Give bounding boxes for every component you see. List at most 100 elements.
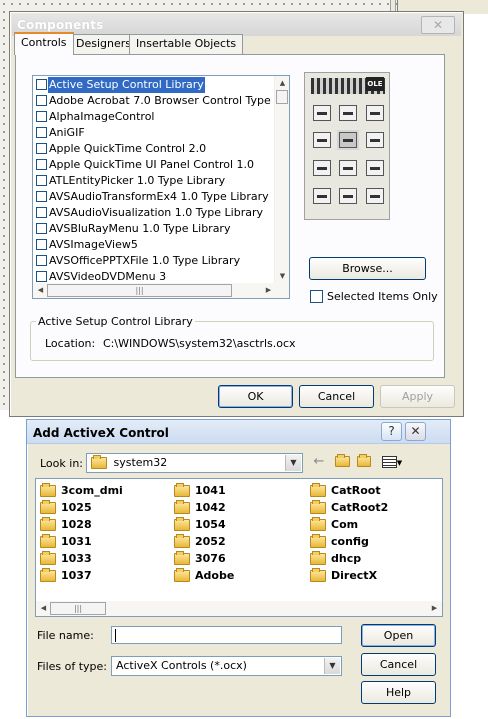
control-checkbox[interactable] — [36, 255, 47, 266]
folder-item[interactable]: 1037 — [40, 568, 92, 584]
cancel-button[interactable]: Cancel — [299, 385, 374, 408]
close-button[interactable]: ✕ — [421, 16, 455, 34]
close-title-button[interactable]: ✕ — [405, 422, 426, 441]
folder-item[interactable]: 1042 — [174, 500, 226, 516]
tab-insertable-objects[interactable]: Insertable Objects — [129, 34, 244, 54]
scroll-right-arrow-icon[interactable]: ▶ — [261, 283, 276, 297]
control-checkbox[interactable] — [36, 207, 47, 218]
control-checkbox[interactable] — [36, 79, 47, 90]
control-label: AVSAudioTransformEx4 1.0 Type Library — [49, 190, 269, 203]
tab-insertable-objects-label: Insertable Objects — [136, 37, 237, 50]
scroll-down-arrow-icon[interactable]: ▼ — [275, 269, 289, 283]
folder-item[interactable]: dhcp — [310, 551, 361, 567]
control-list-item[interactable]: ATLEntityPicker 1.0 Type Library — [33, 173, 276, 189]
folder-item[interactable]: 1028 — [40, 517, 92, 533]
control-list-item[interactable]: Adobe Acrobat 7.0 Browser Control Type L… — [33, 93, 289, 109]
control-checkbox[interactable] — [36, 159, 47, 170]
control-list-item[interactable]: AVSAudioVisualization 1.0 Type Library — [33, 205, 276, 221]
browse-button[interactable]: Browse... — [309, 257, 426, 280]
folder-item[interactable]: 1025 — [40, 500, 92, 516]
back-arrow-icon[interactable]: ← — [310, 454, 328, 470]
control-list-item[interactable]: Apple QuickTime UI Panel Control 1.0 — [33, 157, 276, 173]
up-folder-icon[interactable] — [333, 454, 351, 470]
dropdown-arrow-icon[interactable]: ▼ — [285, 455, 301, 471]
folder-item[interactable]: 1041 — [174, 483, 226, 499]
folder-icon — [40, 500, 56, 514]
folder-name: 3076 — [195, 552, 226, 565]
scroll-left-arrow-icon[interactable]: ◀ — [36, 601, 51, 615]
open-button[interactable]: Open — [361, 624, 436, 647]
control-checkbox[interactable] — [36, 239, 47, 250]
control-checkbox[interactable] — [36, 111, 47, 122]
ole-icon: OLE — [366, 77, 384, 91]
control-checkbox[interactable] — [36, 223, 47, 234]
folder-icon — [310, 568, 326, 582]
tab-controls[interactable]: Controls — [14, 32, 74, 55]
text-caret — [115, 629, 116, 642]
help-title-button[interactable]: ? — [381, 422, 402, 441]
control-list-item[interactable]: AVSOfficePPTXFile 1.0 Type Library — [33, 253, 276, 269]
control-list-item[interactable]: Active Setup Control Library — [33, 77, 276, 93]
control-checkbox[interactable] — [36, 191, 47, 202]
file-list[interactable]: ◀ ||| ▶ 3com_dmi 1025 1028 1031 1033 1037 1041… — [35, 478, 443, 617]
control-list-item[interactable]: AVSBluRayMenu 1.0 Type Library — [33, 221, 276, 237]
file-list-hscrollbar[interactable]: ◀ ||| ▶ — [36, 601, 442, 616]
file-list-hscroll-thumb[interactable]: ||| — [50, 602, 106, 615]
control-label: AVSOfficePPTXFile 1.0 Type Library — [49, 254, 241, 267]
apply-button[interactable]: Apply — [380, 385, 455, 408]
dropdown-arrow-icon[interactable]: ▼ — [324, 658, 340, 674]
ok-button[interactable]: OK — [218, 385, 293, 408]
toolbox-preview: OLE — [304, 72, 390, 220]
new-folder-icon[interactable] — [355, 454, 373, 470]
controls-list-hscroll-thumb[interactable]: ||| — [47, 284, 232, 297]
folder-item[interactable]: DirectX — [310, 568, 377, 584]
folder-name: 1041 — [195, 484, 226, 497]
control-checkbox[interactable] — [36, 95, 47, 106]
control-checkbox[interactable] — [36, 175, 47, 186]
controls-list-hscrollbar[interactable]: ◀ ||| ▶ — [33, 283, 289, 298]
tab-designers[interactable]: Designers — [69, 34, 138, 54]
scroll-left-arrow-icon[interactable]: ◀ — [33, 283, 48, 297]
folder-icon — [40, 534, 56, 548]
view-menu-icon[interactable]: ▼ — [379, 454, 405, 470]
help-button[interactable]: Help — [361, 681, 436, 704]
folder-item[interactable]: config — [310, 534, 369, 550]
control-checkbox[interactable] — [36, 143, 47, 154]
control-checkbox[interactable] — [36, 271, 47, 282]
controls-list-vscrollbar[interactable]: ▲ ▼ — [274, 76, 289, 283]
scroll-up-arrow-icon[interactable]: ▲ — [275, 76, 289, 90]
control-list-item[interactable]: AlphaImageControl — [33, 109, 276, 125]
files-of-type-combo[interactable]: ActiveX Controls (*.ocx) ▼ — [111, 656, 342, 676]
control-label: AniGIF — [49, 126, 85, 139]
control-list-item[interactable]: AniGIF — [33, 125, 276, 141]
add-activex-titlebar[interactable]: Add ActiveX Control ? ✕ — [27, 420, 450, 444]
selected-items-only-checkbox[interactable] — [310, 290, 323, 303]
folder-item[interactable]: 1033 — [40, 551, 92, 567]
folder-item[interactable]: CatRoot2 — [310, 500, 388, 516]
control-list-item[interactable]: AVSAudioTransformEx4 1.0 Type Library — [33, 189, 276, 205]
folder-item[interactable]: Adobe — [174, 568, 234, 584]
folder-item[interactable]: Com — [310, 517, 358, 533]
cancel-button[interactable]: Cancel — [361, 653, 436, 676]
folder-item[interactable]: 1054 — [174, 517, 226, 533]
files-of-type-value: ActiveX Controls (*.ocx) — [116, 659, 247, 672]
components-titlebar[interactable]: Components ✕ — [12, 14, 461, 36]
folder-name: Com — [331, 518, 359, 531]
option-control-icon — [366, 132, 384, 148]
file-name-field[interactable] — [111, 626, 342, 644]
controls-list-vscroll-thumb[interactable] — [276, 90, 288, 104]
controls-list[interactable]: AVSVideoDVDMenu 3 AVSOfficePPTXFile 1.0 T… — [32, 75, 290, 299]
scroll-right-arrow-icon[interactable]: ▶ — [427, 601, 442, 615]
folder-item[interactable]: 3076 — [174, 551, 226, 567]
control-list-item[interactable]: Apple QuickTime Control 2.0 — [33, 141, 276, 157]
control-list-item[interactable]: AVSImageView5 — [33, 237, 276, 253]
folder-item[interactable]: CatRoot — [310, 483, 381, 499]
folder-name: Adobe — [195, 569, 235, 582]
folder-name: DirectX — [331, 569, 378, 582]
folder-item[interactable]: 1031 — [40, 534, 92, 550]
folder-item[interactable]: 2052 — [174, 534, 226, 550]
control-checkbox[interactable] — [36, 127, 47, 138]
look-in-combo[interactable]: system32 ▼ — [86, 453, 303, 473]
folder-item[interactable]: 3com_dmi — [40, 483, 123, 499]
combobox-control-icon — [313, 132, 331, 148]
